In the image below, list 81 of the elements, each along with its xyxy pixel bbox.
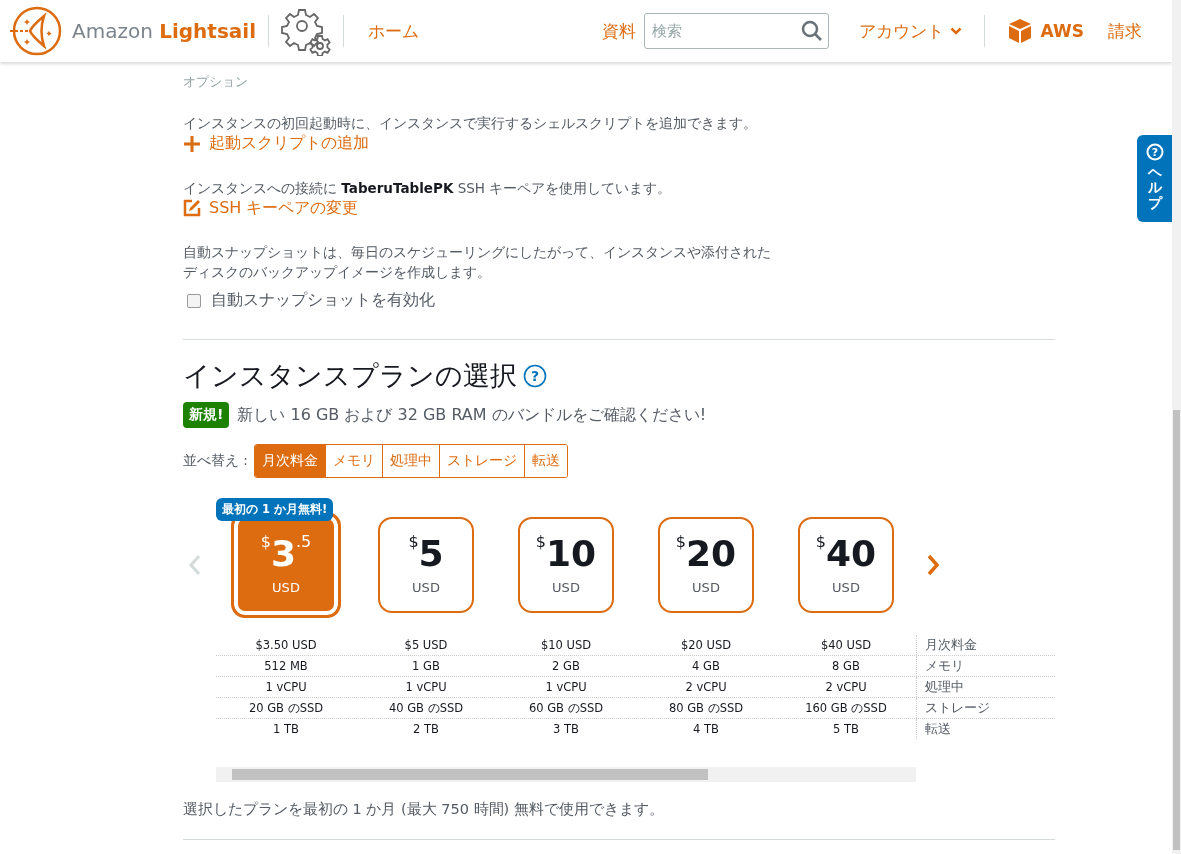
sort-label: 並べ替え :	[183, 452, 248, 470]
gears-icon[interactable]	[281, 6, 332, 56]
docs-link[interactable]: 資料	[601, 19, 636, 43]
spec-cell-text: $10 USD	[539, 638, 593, 652]
help-tab[interactable]: ? ヘルプ	[1137, 135, 1173, 222]
cube-icon	[1006, 18, 1033, 44]
plan-price: $^{$}$20	[675, 535, 737, 572]
spec-cell-text: 5 TB	[832, 722, 860, 736]
search-icon[interactable]	[800, 20, 823, 42]
spec-cell-text: 1 vCPU	[264, 680, 308, 694]
spec-label: 処理中	[916, 677, 1035, 697]
description-text: インスタンスへの接続に TaberuTablePK SSH キーペアを使用しています。	[183, 178, 673, 198]
change-ssh-key-link[interactable]: SSH キーペアの変更	[183, 197, 359, 219]
spec-cell-text: 20 GB のSSD	[247, 700, 325, 716]
account-menu[interactable]: アカウント	[858, 19, 962, 43]
sort-tab[interactable]: 転送	[523, 445, 567, 477]
new-badge: 新規!	[183, 402, 230, 428]
billing-link[interactable]: 請求	[1108, 19, 1142, 43]
lightsail-logo-icon	[8, 4, 62, 58]
spec-label: ストレージ	[916, 698, 1035, 718]
chevron-right-icon[interactable]	[926, 554, 940, 576]
spec-cell-text: 4 TB	[692, 722, 720, 736]
plan-card[interactable]: $^{$}$20 USD	[658, 517, 754, 613]
add-launch-script-link[interactable]: 起動スクリプトの追加	[183, 133, 369, 154]
page-scrollbar[interactable]	[1172, 0, 1181, 854]
plan-currency: USD	[832, 579, 860, 595]
plan-card[interactable]: $^{$}$10 USD	[518, 517, 614, 613]
plan-currency: USD	[552, 579, 580, 595]
sort-tab[interactable]: 月次料金	[254, 445, 325, 477]
edit-icon	[183, 199, 201, 217]
plan-price: $^{$}$3$^{.5}$	[260, 535, 312, 572]
spec-cell-text: 1 GB	[411, 659, 441, 673]
spec-cell-text: 60 GB のSSD	[527, 700, 605, 716]
spec-cell-text: 160 GB のSSD	[804, 700, 888, 716]
spec-cell-text: 40 GB のSSD	[387, 700, 465, 716]
description-text: インスタンスの初回起動時に、インスタンスで実行するシェルスクリプトを追加できます。	[183, 114, 758, 133]
spec-label: 月次料金	[916, 635, 1035, 655]
spec-label: メモリ	[916, 656, 1035, 676]
spec-cell-text: $40 USD	[819, 638, 873, 652]
aws-link[interactable]: AWS	[1006, 18, 1084, 44]
spec-cell-text: 2 vCPU	[824, 680, 868, 694]
horizontal-scrollbar[interactable]	[216, 767, 916, 782]
description-text: 自動スナップショットは、毎日のスケジューリングにしたがって、インスタンスや添付された	[183, 243, 772, 262]
spec-cell-text: $20 USD	[679, 638, 733, 652]
home-link[interactable]: ホーム	[368, 19, 420, 43]
plan-card[interactable]: $^{$}$5 USD	[378, 517, 474, 613]
section-heading: オプション	[183, 73, 249, 91]
brand-name: Amazon Lightsail	[72, 19, 257, 43]
spec-cell-text: 80 GB のSSD	[667, 700, 745, 716]
spec-cell-text: 1 vCPU	[404, 680, 448, 694]
plan-currency: USD	[692, 579, 720, 595]
spec-cell-text: $3.50 USD	[254, 638, 318, 652]
spec-cell-text: 8 GB	[831, 659, 861, 673]
plan-price: $^{$}$10	[535, 535, 597, 572]
spec-cell-text: 3 TB	[552, 722, 580, 736]
spec-cell-text: 2 vCPU	[684, 680, 728, 694]
spec-cell-text: $5 USD	[403, 638, 449, 652]
question-icon: ?	[1146, 143, 1164, 161]
spec-cell-text: 2 GB	[551, 659, 581, 673]
plus-icon	[183, 134, 201, 153]
checkbox-label: 自動スナップショットを有効化	[211, 290, 435, 311]
plan-currency: USD	[272, 579, 300, 595]
checkbox[interactable]	[187, 293, 201, 308]
spec-cell-text: 2 TB	[412, 722, 440, 736]
section-title: インスタンスプランの選択	[183, 359, 517, 393]
spec-cell-text: 1 TB	[272, 722, 300, 736]
chevron-down-icon	[949, 27, 962, 35]
description-text: ディスクのバックアップイメージを作成します。	[183, 263, 492, 282]
plan-price: $^{$}$5	[408, 535, 444, 572]
spec-cell-text: 1 vCPU	[544, 680, 588, 694]
help-icon[interactable]: ?	[523, 364, 547, 388]
promo-badge: 最初の 1 か月無料!	[216, 498, 334, 521]
spec-cell-text: 512 MB	[263, 659, 309, 673]
plan-price: $^{$}$40	[815, 535, 877, 572]
spec-cell-text: 4 GB	[691, 659, 721, 673]
plan-currency: USD	[412, 579, 440, 595]
plan-card[interactable]: $^{$}$40 USD	[798, 517, 894, 613]
free-tier-note: 選択したプランを最初の 1 か月 (最大 750 時間) 無料で使用できます。	[183, 800, 665, 819]
announcement-text: 新しい 16 GB および 32 GB RAM のバンドルをご確認ください!	[237, 404, 707, 426]
spec-label: 転送	[916, 719, 1035, 739]
search-field[interactable]: 検索	[643, 13, 829, 49]
